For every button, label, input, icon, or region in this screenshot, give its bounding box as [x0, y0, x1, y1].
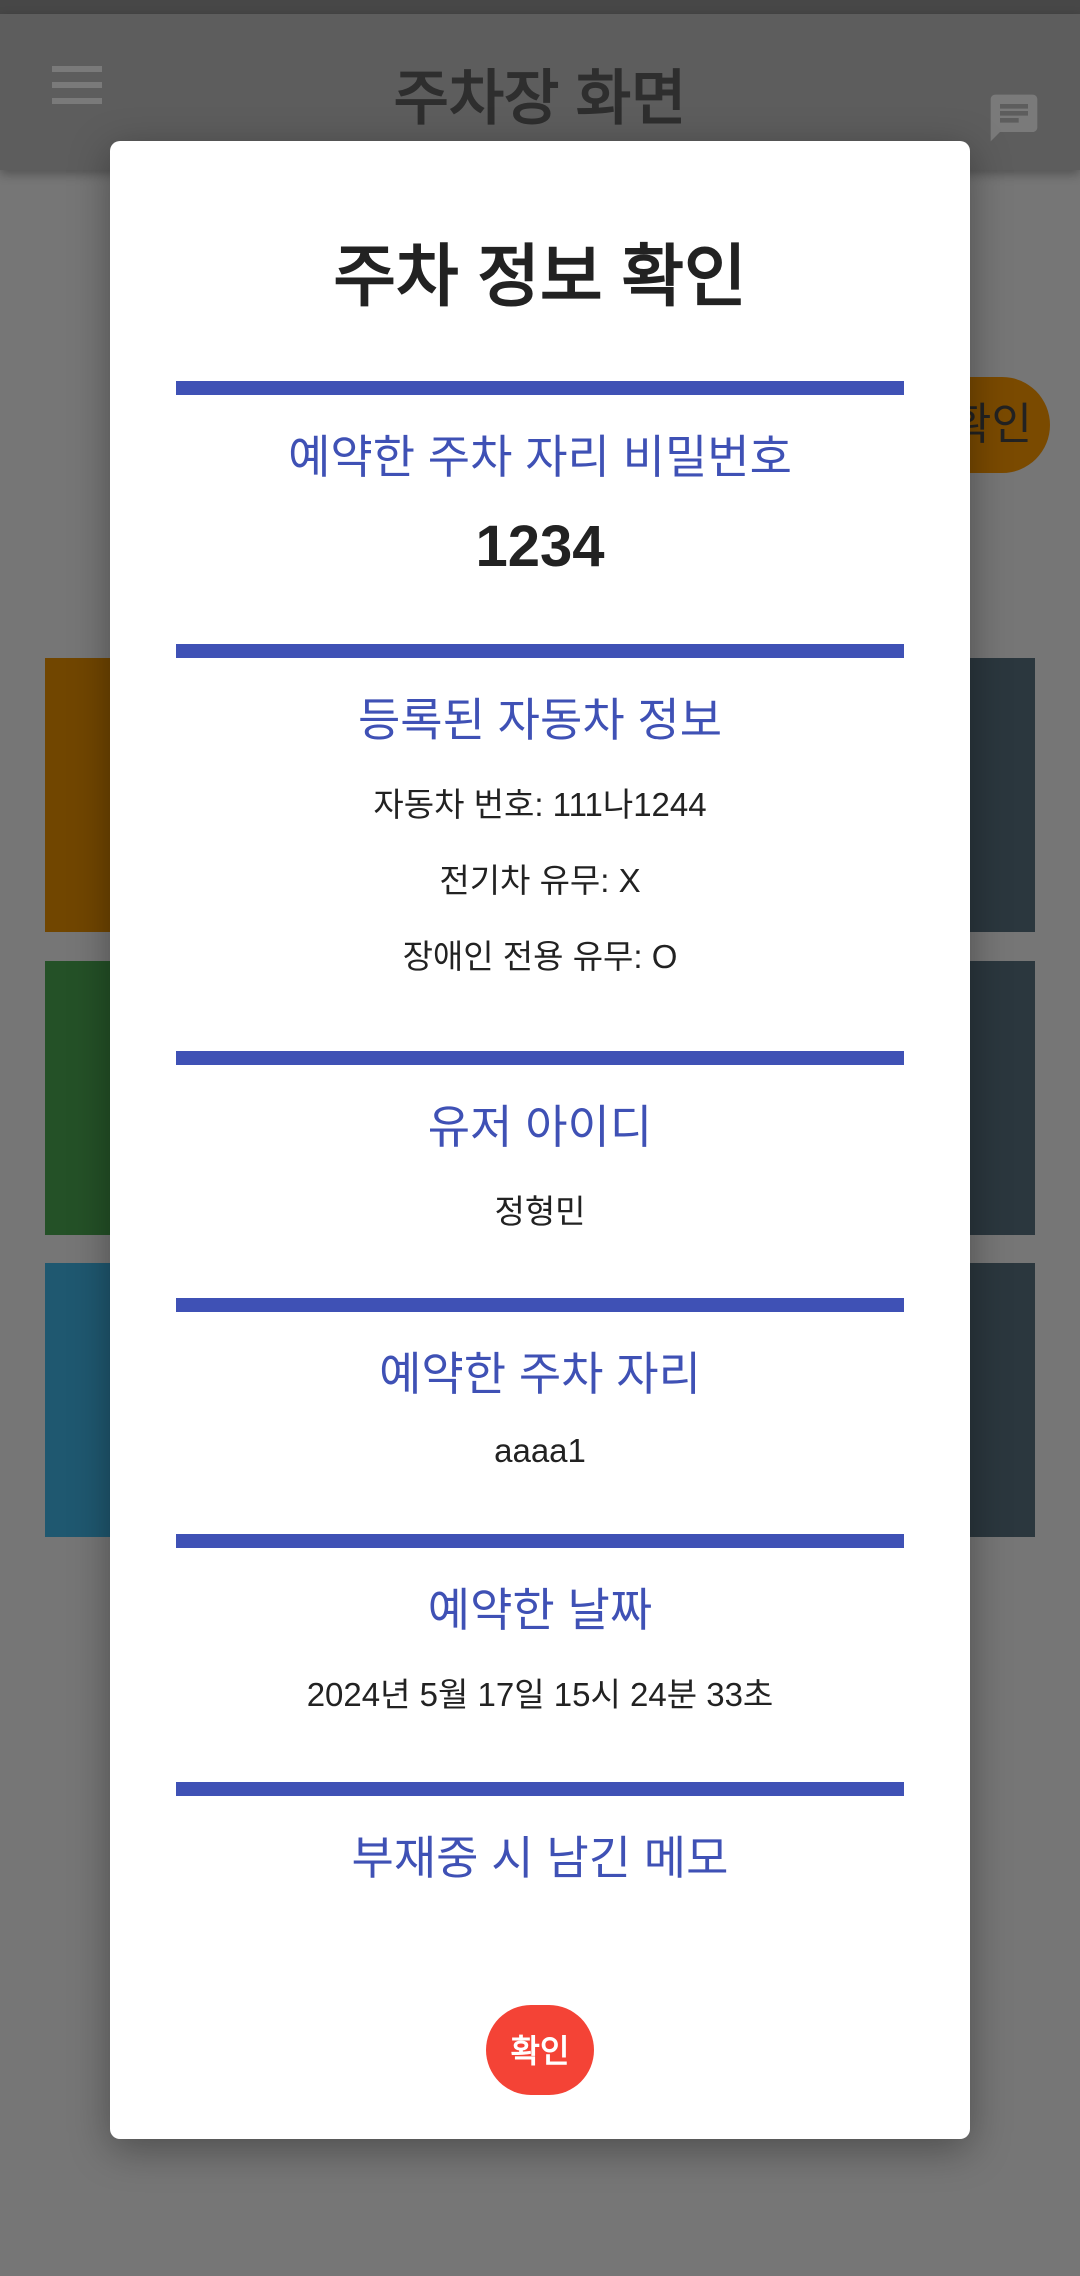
section-title: 등록된 자동차 정보 [357, 694, 723, 746]
divider [176, 1534, 904, 1548]
electric-car: 전기차 유무: X [439, 862, 641, 899]
section-title: 부재중 시 남긴 메모 [351, 1832, 729, 1884]
parking-spot: aaaa1 [494, 1432, 586, 1469]
confirm-button[interactable]: 확인 [486, 2005, 594, 2095]
status-bar [0, 0, 1080, 14]
section-title: 유저 아이디 [427, 1101, 653, 1153]
car-number: 자동차 번호: 111나1244 [373, 786, 707, 823]
section-title: 예약한 날짜 [427, 1584, 653, 1636]
divider [176, 1051, 904, 1065]
date-section: 예약한 날짜 2024년 5월 17일 15시 24분 33초 [176, 1534, 904, 1716]
parking-info-dialog: 주차 정보 확인 예약한 주차 자리 비밀번호 1234 등록된 자동차 정보 … [110, 141, 970, 2139]
parking-spot-section: 예약한 주차 자리 aaaa1 [176, 1298, 904, 1470]
section-title: 예약한 주차 자리 [379, 1348, 701, 1400]
dialog-title: 주차 정보 확인 [333, 239, 747, 315]
password-section: 예약한 주차 자리 비밀번호 1234 [176, 381, 904, 580]
divider [176, 381, 904, 395]
divider [176, 1782, 904, 1796]
car-info-section: 등록된 자동차 정보 자동차 번호: 111나1244 전기차 유무: X 장애… [176, 644, 904, 978]
disabled-only: 장애인 전용 유무: O [402, 938, 678, 975]
user-id: 정형민 [494, 1193, 586, 1230]
memo-section: 부재중 시 남긴 메모 [176, 1782, 904, 1916]
user-id-section: 유저 아이디 정형민 [176, 1051, 904, 1233]
chat-message-icon[interactable] [986, 90, 1042, 146]
section-title: 예약한 주차 자리 비밀번호 [288, 431, 792, 483]
reservation-date: 2024년 5월 17일 15시 24분 33초 [306, 1676, 774, 1713]
divider [176, 1298, 904, 1312]
app-title: 주차장 화면 [393, 65, 687, 132]
divider [176, 644, 904, 658]
parking-password: 1234 [475, 514, 605, 579]
